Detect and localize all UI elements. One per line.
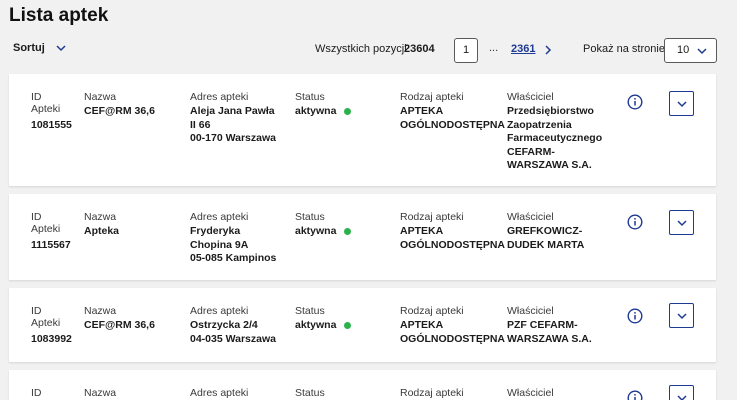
id-label: IDApteki: [31, 91, 61, 115]
type-label: Rodzaj apteki: [400, 211, 464, 223]
info-icon[interactable]: [627, 94, 643, 110]
pharmacy-id: 1083992: [31, 333, 72, 345]
status-label: Status: [295, 387, 325, 399]
type-label: Rodzaj apteki: [400, 305, 464, 317]
chevron-down-icon: [677, 101, 687, 108]
id-label: IDApteki: [31, 387, 60, 400]
page-title: Lista aptek: [9, 5, 109, 26]
expand-button[interactable]: [669, 385, 694, 400]
status-value: aktywna: [295, 319, 337, 331]
chevron-down-icon: [677, 220, 687, 227]
owner-label: Właściciel: [507, 211, 554, 223]
owner-label: Właściciel: [507, 305, 554, 317]
per-page-value: 10: [677, 44, 690, 56]
chevron-down-icon: [697, 48, 707, 55]
per-page-label: Pokaż na stronie: [583, 43, 665, 55]
last-page-link[interactable]: 2361: [511, 43, 535, 55]
status-dot-icon: [344, 322, 352, 330]
pagination-ellipsis: ...: [489, 42, 499, 54]
status-value: aktywna: [295, 225, 337, 237]
owner-label: Właściciel: [507, 387, 554, 399]
status-label: Status: [295, 305, 325, 317]
expand-button[interactable]: [669, 303, 694, 328]
pharmacy-address: Ostrzycka 2/4 04-035 Warszawa: [190, 319, 276, 345]
id-label: IDApteki: [31, 305, 61, 329]
pharmacy-card: IDApteki Nazwa Adres apteki Status Rodza…: [9, 370, 716, 400]
next-page-icon[interactable]: [542, 44, 554, 56]
expand-button[interactable]: [669, 91, 694, 116]
info-icon[interactable]: [627, 390, 643, 400]
pharmacy-address: Fryderyka Chopina 9A 05-085 Kampinos: [190, 225, 277, 264]
sort-button[interactable]: Sortuj: [13, 42, 67, 54]
status-value: aktywna: [295, 105, 337, 117]
pharmacy-type: APTEKA OGÓLNODOSTĘPNA: [400, 225, 506, 251]
address-label: Adres apteki: [190, 387, 249, 399]
total-label: Wszystkich pozycji: [315, 43, 407, 55]
pharmacy-name: CEF@RM 36,6: [84, 105, 155, 117]
chevron-down-icon: [677, 395, 687, 400]
pharmacy-type: APTEKA OGÓLNODOSTĘPNA: [400, 319, 506, 345]
chevron-down-icon: [56, 45, 66, 52]
pharmacy-card: ID Apteki 1081555 Nazwa CEF@RM 36,6 Adres a…: [9, 74, 716, 186]
status-dot-icon: [344, 228, 352, 236]
current-page-input[interactable]: 1: [454, 38, 478, 63]
pharmacy-owner: GREFKOWICZ- DUDEK MARTA: [507, 225, 585, 251]
status-dot-icon: [344, 108, 352, 116]
total-count: 23604: [404, 43, 435, 55]
list-toolbar: Sortuj Wszystkich pozycji 23604 1 ... 23…: [0, 36, 737, 64]
pharmacy-address: Aleja Jana Pawła II 66 00-170 Warszawa: [190, 105, 276, 144]
pharmacy-name: Apteka: [84, 225, 120, 237]
pharmacy-card: ID Apteki 1083992 Nazwa CEF@RM 36,6 Adres a…: [9, 288, 716, 362]
expand-button[interactable]: [669, 210, 694, 235]
pharmacy-owner: PZF CEFARM- WARSZAWA S.A.: [507, 319, 592, 345]
sort-label: Sortuj: [13, 42, 45, 54]
address-label: Adres apteki: [190, 305, 249, 317]
pharmacy-owner: Przedsiębiorstwo Zaopatrzenia Farmaceuty…: [507, 105, 603, 171]
name-label: Nazwa: [84, 211, 117, 223]
status-label: Status: [295, 91, 325, 103]
info-icon[interactable]: [627, 308, 643, 324]
owner-label: Właściciel: [507, 91, 554, 103]
pharmacy-type: APTEKA OGÓLNODOSTĘPNA: [400, 105, 506, 131]
id-label: IDApteki: [31, 211, 61, 235]
type-label: Rodzaj apteki: [400, 91, 464, 103]
status-label: Status: [295, 211, 325, 223]
address-label: Adres apteki: [190, 211, 249, 223]
pharmacy-id: 1081555: [31, 119, 72, 131]
type-label: Rodzaj apteki: [400, 387, 464, 399]
pharmacy-name: CEF@RM 36,6: [84, 319, 155, 331]
info-icon[interactable]: [627, 214, 643, 230]
name-label: Nazwa: [84, 305, 117, 317]
name-label: Nazwa: [84, 387, 117, 399]
chevron-down-icon: [677, 313, 687, 320]
address-label: Adres apteki: [190, 91, 249, 103]
pharmacy-id: 1115567: [31, 239, 71, 251]
per-page-select[interactable]: 10: [664, 38, 717, 63]
pharmacy-card: ID Apteki 1115567 Nazwa Apteka Adres apteki…: [9, 194, 716, 280]
name-label: Nazwa: [84, 91, 117, 103]
